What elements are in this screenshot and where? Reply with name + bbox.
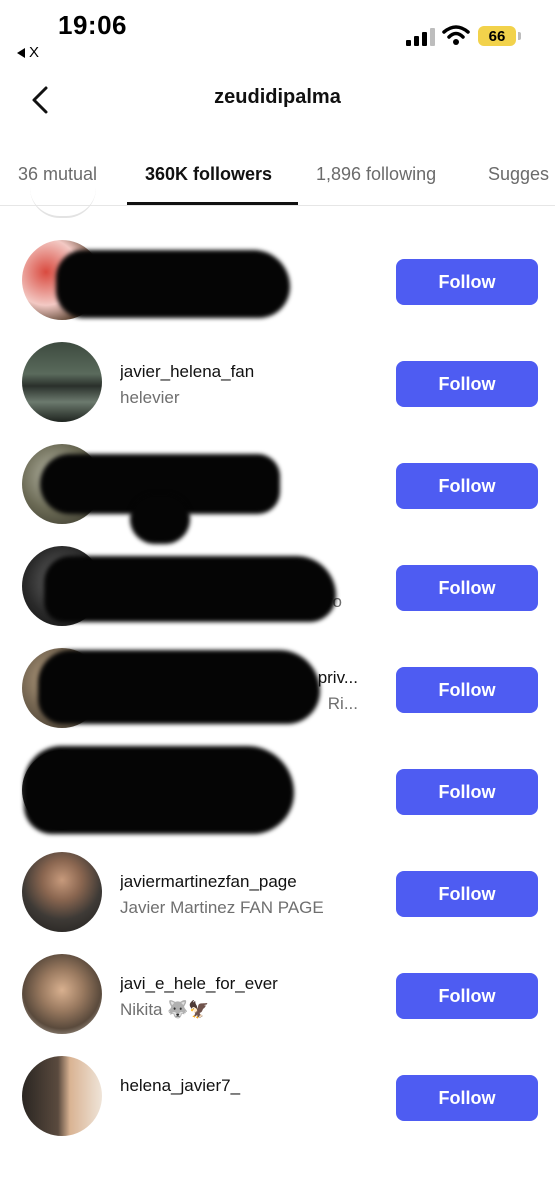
avatar[interactable] — [30, 188, 96, 218]
list-item[interactable]: javi_e_hele_for_ever Nikita 🐺🦅 Follow — [0, 934, 555, 1034]
redaction-mark — [38, 650, 320, 724]
full-name: Nikita 🐺🦅 — [120, 1000, 210, 1019]
follow-button[interactable]: Follow — [396, 361, 538, 407]
list-item[interactable]: javier_helena_fan helevier Follow — [0, 322, 555, 422]
status-time: 19:06 — [58, 10, 127, 40]
tab-followers[interactable]: 360K followers — [145, 164, 272, 185]
nav-header: zeudidipalma — [0, 70, 555, 130]
follow-button[interactable]: Follow — [396, 769, 538, 815]
tab-mutual[interactable]: 36 mutual — [18, 164, 97, 185]
active-tab-indicator — [127, 202, 298, 205]
status-bar: 19:06 X 66 — [0, 0, 555, 70]
follow-button[interactable]: Follow — [396, 259, 538, 305]
list-item[interactable]: Follow — [0, 424, 555, 544]
follow-button[interactable]: Follow — [396, 667, 538, 713]
back-to-app-link[interactable]: X — [17, 44, 39, 61]
avatar[interactable] — [22, 954, 102, 1034]
back-app-label: X — [29, 44, 40, 61]
username: javiermartinezfan_page — [120, 872, 297, 891]
list-item[interactable]: helena_javier7_ Follow — [0, 1036, 555, 1136]
username: helena_javier7_ — [120, 1076, 241, 1095]
full-name: helevier — [120, 388, 180, 407]
tab-following[interactable]: 1,896 following — [316, 164, 436, 185]
follow-button[interactable]: Follow — [396, 871, 538, 917]
back-triangle-icon — [17, 47, 25, 58]
list-item[interactable]: javiertorress890812 Javier Torres Sans F… — [0, 220, 555, 320]
list-item[interactable]: javiermartinezfan_page Javier Martinez F… — [0, 832, 555, 932]
follow-button[interactable]: Follow — [396, 565, 538, 611]
avatar[interactable] — [22, 852, 102, 932]
list-item[interactable]: ro Follow — [0, 526, 555, 626]
cellular-signal-icon — [406, 28, 435, 46]
battery-tip — [518, 32, 521, 40]
list-item[interactable]: priv... Ri... Follow — [0, 628, 555, 728]
follow-button[interactable]: Follow — [396, 1075, 538, 1121]
tab-suggested[interactable]: Sugges — [488, 164, 549, 185]
redaction-mark — [44, 556, 336, 622]
page-title: zeudidipalma — [214, 86, 341, 108]
full-name: Javier Martinez FAN PAGE — [120, 898, 324, 917]
list-item[interactable]: Follow — [0, 730, 555, 834]
wifi-icon — [442, 25, 470, 45]
avatar[interactable] — [22, 342, 102, 422]
battery-indicator: 66 — [478, 26, 516, 46]
username: javi_e_hele_for_ever — [120, 974, 278, 993]
follow-button[interactable]: Follow — [396, 463, 538, 509]
avatar[interactable] — [22, 1056, 102, 1136]
follow-button[interactable]: Follow — [396, 973, 538, 1019]
username: javier_helena_fan — [120, 362, 255, 381]
redaction-mark — [56, 250, 290, 318]
redaction-mark — [24, 746, 294, 834]
